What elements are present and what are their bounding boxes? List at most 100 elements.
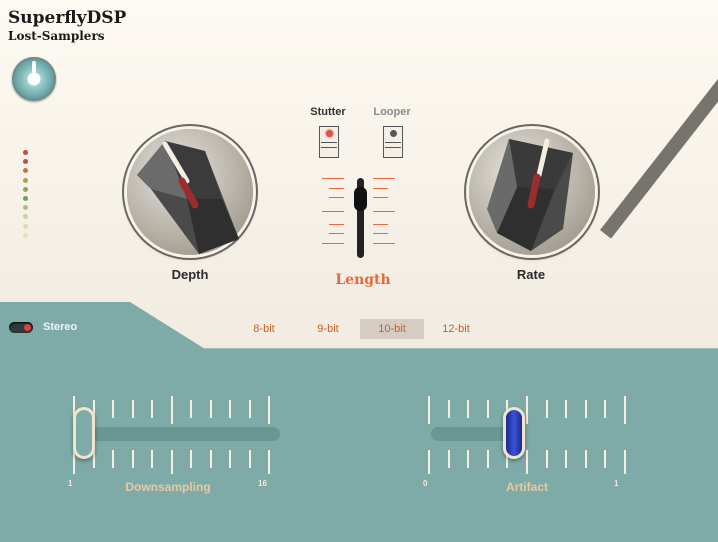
stutter-indicator-icon xyxy=(326,130,333,137)
led-6 xyxy=(23,205,28,211)
length-tick xyxy=(322,211,344,212)
scale-tick xyxy=(487,400,489,418)
downsampling-label: Downsampling xyxy=(125,480,211,494)
brand: SuperflyDSP Lost-Samplers xyxy=(8,8,127,43)
scale-tick xyxy=(210,450,212,468)
scale-tick xyxy=(546,400,548,418)
scale-tick xyxy=(448,450,450,468)
level-meter xyxy=(23,150,28,242)
led-7 xyxy=(23,214,28,220)
logo-knob-icon[interactable] xyxy=(12,57,56,101)
length-tick xyxy=(329,197,344,198)
scale-tick xyxy=(585,450,587,468)
scale-tick xyxy=(171,396,173,424)
scale-tick xyxy=(487,450,489,468)
artifact-min: 0 xyxy=(423,479,428,488)
stereo-control[interactable]: Stereo xyxy=(9,321,77,333)
length-tick xyxy=(373,188,388,189)
scale-tick xyxy=(624,450,626,474)
length-tick xyxy=(373,197,388,198)
rate-label: Rate xyxy=(516,267,546,282)
upper-panel xyxy=(0,0,718,348)
product-name: Lost-Samplers xyxy=(8,29,105,43)
scale-tick xyxy=(624,396,626,424)
scale-tick xyxy=(428,450,430,474)
length-tick xyxy=(329,188,344,189)
scale-tick xyxy=(565,450,567,468)
depth-knob[interactable] xyxy=(127,129,253,255)
stereo-label: Stereo xyxy=(43,321,78,333)
led-5 xyxy=(23,195,28,201)
length-label: Length xyxy=(335,272,391,288)
toggle-knob-icon xyxy=(24,323,31,331)
scale-tick xyxy=(249,400,251,418)
rate-knob-icon xyxy=(487,138,573,251)
artifact-max: 1 xyxy=(614,479,619,488)
bit-option-9[interactable]: 9-bit xyxy=(296,319,360,339)
looper-switch[interactable] xyxy=(383,126,403,158)
scale-tick xyxy=(604,400,606,418)
scale-tick xyxy=(132,400,134,418)
scale-tick xyxy=(526,396,528,424)
scale-tick xyxy=(132,450,134,468)
length-tick xyxy=(373,224,388,225)
stutter-label: Stutter xyxy=(310,106,346,118)
led-0 xyxy=(23,150,28,155)
downsampling-min: 1 xyxy=(68,479,73,488)
length-fader[interactable] xyxy=(354,187,367,211)
scale-tick xyxy=(268,396,270,424)
scale-tick xyxy=(428,396,430,424)
scale-tick xyxy=(249,450,251,468)
scale-tick xyxy=(210,400,212,418)
scale-tick xyxy=(112,450,114,468)
length-tick xyxy=(373,178,395,179)
scale-tick xyxy=(448,400,450,418)
lower-panel xyxy=(0,348,718,542)
scale-tick xyxy=(229,400,231,418)
artifact-label: Artifact xyxy=(505,480,548,494)
led-1 xyxy=(23,159,28,165)
artifact-handle[interactable] xyxy=(503,407,525,459)
scale-tick xyxy=(585,400,587,418)
led-4 xyxy=(23,186,28,192)
looper-label: Looper xyxy=(373,106,411,118)
bit-option-12[interactable]: 12-bit xyxy=(424,319,488,339)
depth-label: Depth xyxy=(171,267,209,282)
length-tick xyxy=(329,224,344,225)
length-tick xyxy=(329,233,344,234)
stutter-switch[interactable] xyxy=(319,126,339,158)
bit-option-8[interactable]: 8-bit xyxy=(232,319,296,339)
downsampling-max: 16 xyxy=(258,479,267,488)
length-tick xyxy=(322,178,344,179)
scale-tick xyxy=(190,400,192,418)
brand-name: SuperflyDSP xyxy=(8,8,127,28)
scale-tick xyxy=(467,400,469,418)
scale-tick xyxy=(151,400,153,418)
scale-tick xyxy=(171,450,173,474)
rate-knob[interactable] xyxy=(469,129,595,255)
scale-tick xyxy=(565,400,567,418)
bit-depth-selector: 8-bit 9-bit 10-bit 12-bit xyxy=(232,319,488,339)
scale-tick xyxy=(229,450,231,468)
stereo-toggle[interactable] xyxy=(9,321,33,333)
led-8 xyxy=(23,223,28,229)
length-tick xyxy=(322,243,344,244)
downsampling-track xyxy=(77,427,280,441)
scale-tick xyxy=(604,450,606,468)
scale-tick xyxy=(268,450,270,474)
length-tick xyxy=(373,211,395,212)
led-9 xyxy=(23,232,28,238)
led-3 xyxy=(23,177,28,183)
length-tick xyxy=(373,233,388,234)
scale-tick xyxy=(190,450,192,468)
downsampling-handle[interactable] xyxy=(73,407,95,459)
scale-tick xyxy=(467,450,469,468)
scale-tick xyxy=(112,400,114,418)
depth-knob-icon xyxy=(137,141,239,254)
scale-tick xyxy=(526,450,528,474)
looper-indicator-icon xyxy=(390,130,397,137)
bit-option-10[interactable]: 10-bit xyxy=(360,319,424,339)
length-tick xyxy=(373,243,395,244)
scale-tick xyxy=(546,450,548,468)
led-2 xyxy=(23,168,28,174)
